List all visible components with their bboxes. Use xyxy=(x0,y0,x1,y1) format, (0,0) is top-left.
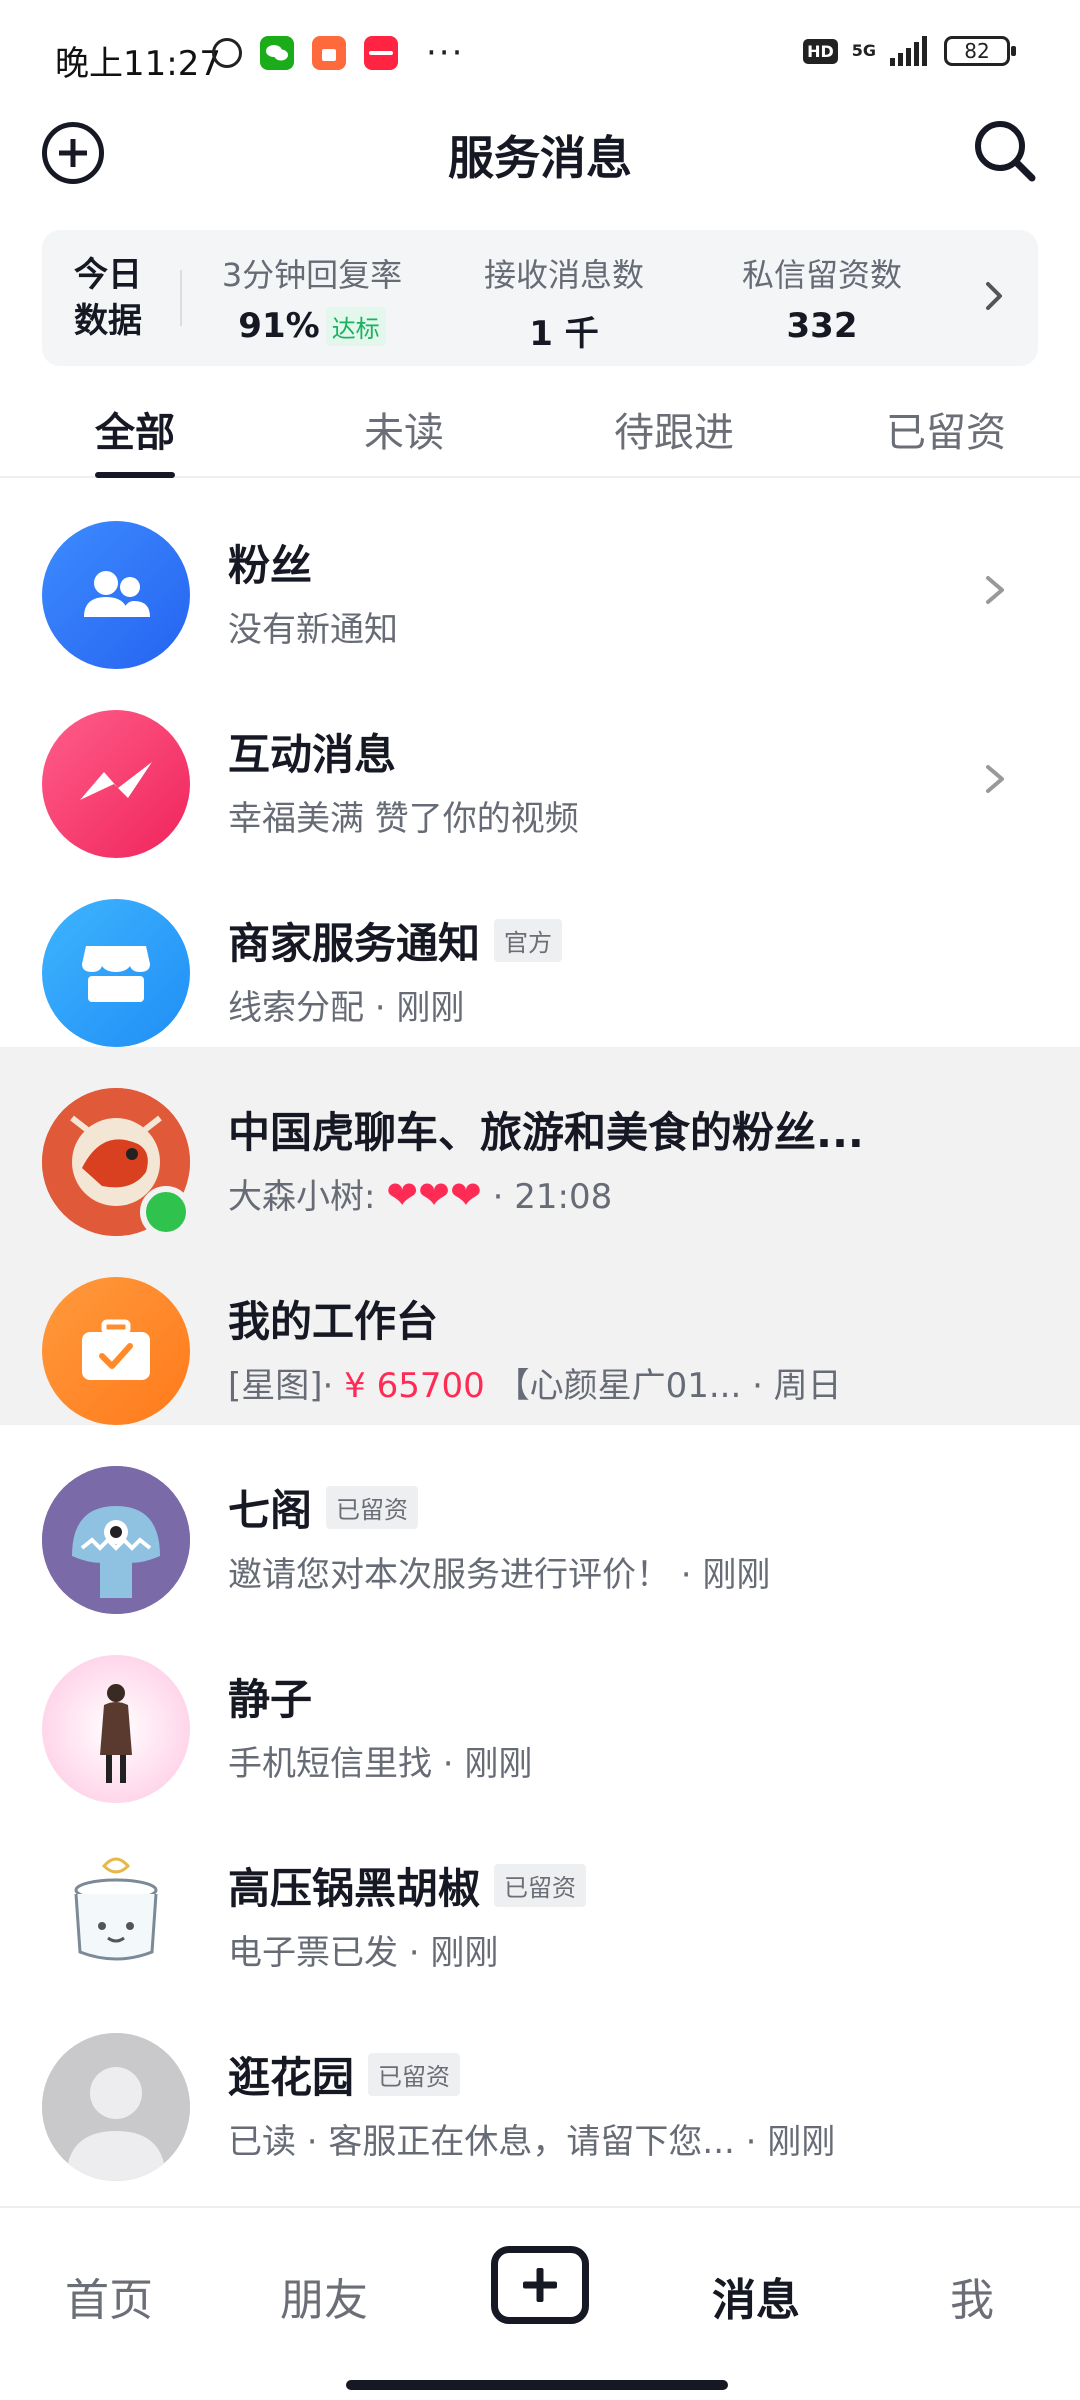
item-title: 我的工作台 xyxy=(228,1297,439,1346)
notification-icons: ··· xyxy=(212,36,464,70)
leads-stat: 私信留资数 332 xyxy=(702,250,942,346)
today-stats-card[interactable]: 今日 数据 3分钟回复率 91% 达标 接收消息数 1 千 私信留资数 332 xyxy=(42,230,1038,366)
create-post-button[interactable] xyxy=(491,2246,589,2324)
tab-leads-left[interactable]: 已留资 xyxy=(886,400,1006,458)
battery-icon: 82 xyxy=(944,36,1016,66)
merchant-avatar xyxy=(42,899,190,1047)
received-messages-stat: 接收消息数 1 千 xyxy=(444,250,684,355)
hd-icon: HD xyxy=(803,38,838,64)
received-value: 1 千 xyxy=(529,314,599,354)
item-title: 互动消息 xyxy=(228,730,397,779)
tab-unread[interactable]: 未读 xyxy=(364,400,444,458)
cooker-drawing-icon xyxy=(74,1857,158,1961)
xiaohongshu-icon xyxy=(364,36,398,70)
page-title: 服务消息 xyxy=(448,131,632,185)
store-icon xyxy=(82,946,150,1002)
lightning-wave-icon xyxy=(80,762,152,800)
item-subtitle: 手机短信里找 · 刚刚 xyxy=(228,1744,533,1784)
user-avatar xyxy=(42,1655,190,1803)
item-subtitle: 邀请您对本次服务进行评价！ · 刚刚 xyxy=(228,1555,771,1595)
page-header: 服务消息 xyxy=(0,110,1080,230)
price-value: ¥ 65700 xyxy=(344,1366,485,1406)
status-bar: 晚上11:27 ··· HD 5G 82 xyxy=(0,0,1080,110)
item-title: 七阁 xyxy=(228,1486,313,1535)
item-title: 中国虎聊车、旅游和美食的粉丝... xyxy=(228,1108,864,1157)
briefcase-check-icon xyxy=(82,1319,150,1380)
list-item-pressure-cooker[interactable]: 高压锅黑胡椒 已留资 电子票已发 · 刚刚 xyxy=(0,1803,1080,1992)
reply-rate-value: 91% xyxy=(238,306,320,346)
bottom-nav: 首页 朋友 消息 我 xyxy=(0,2206,1080,2400)
list-item-qige[interactable]: 七阁 已留资 邀请您对本次服务进行评价！ · 刚刚 xyxy=(0,1425,1080,1614)
item-title: 静子 xyxy=(228,1675,313,1724)
status-badge: 达标 xyxy=(325,306,386,346)
user-avatar xyxy=(42,1466,190,1614)
system-icons: HD 5G 82 xyxy=(803,36,1016,66)
item-subtitle: 电子票已发 · 刚刚 xyxy=(228,1933,499,1973)
chevron-right-icon xyxy=(986,765,1004,793)
online-status-dot xyxy=(140,1186,192,1238)
item-subtitle: 大森小树: ❤❤❤ · 21:08 xyxy=(228,1173,613,1217)
chevron-right-icon[interactable] xyxy=(976,278,1012,314)
user-avatar xyxy=(42,1844,190,1992)
users-icon xyxy=(84,571,150,617)
filter-tabs: 全部 未读 待跟进 已留资 xyxy=(0,380,1080,478)
chevron-right-icon xyxy=(986,576,1004,604)
default-user-icon xyxy=(42,2033,190,2181)
tab-all[interactable]: 全部 xyxy=(95,400,175,458)
lead-badge: 已留资 xyxy=(494,1864,587,1907)
home-indicator[interactable] xyxy=(346,2380,728,2390)
status-time: 晚上11:27 xyxy=(55,44,221,84)
item-subtitle: [星图]· ¥ 65700 【心颜星广01... · 周日 xyxy=(228,1366,842,1406)
list-item-workbench[interactable]: 我的工作台 [星图]· ¥ 65700 【心颜星广01... · 周日 xyxy=(0,1236,1080,1425)
search-icon[interactable] xyxy=(970,116,1040,186)
nav-home[interactable]: 首页 xyxy=(65,2264,153,2328)
monster-avatar-icon xyxy=(42,1466,190,1614)
leads-value: 332 xyxy=(786,306,858,346)
list-item-merchant-notice[interactable]: 商家服务通知 官方 线索分配 · 刚刚 xyxy=(0,858,1080,1047)
workbench-avatar xyxy=(42,1277,190,1425)
divider xyxy=(180,270,182,326)
today-data-label: 今日 数据 xyxy=(74,255,142,341)
list-item-fans[interactable]: 粉丝 没有新通知 xyxy=(0,480,1080,669)
item-subtitle: 已读 · 客服正在休息，请留下您... · 刚刚 xyxy=(228,2122,836,2162)
lead-badge: 已留资 xyxy=(326,1486,419,1529)
network-label: 5G xyxy=(851,41,876,60)
active-tab-indicator xyxy=(95,472,175,478)
person-photo-icon xyxy=(100,1684,132,1783)
shopping-app-icon xyxy=(312,36,346,70)
item-title: 粉丝 xyxy=(228,541,313,590)
list-item-interactions[interactable]: 互动消息 幸福美满 赞了你的视频 xyxy=(0,669,1080,858)
interactions-avatar xyxy=(42,710,190,858)
reply-rate-stat: 3分钟回复率 91% 达标 xyxy=(221,256,403,346)
list-item-jingzi[interactable]: 静子 手机短信里找 · 刚刚 xyxy=(0,1614,1080,1803)
signal-icon xyxy=(890,36,927,66)
nav-messages[interactable]: 消息 xyxy=(712,2264,800,2328)
tab-follow-up[interactable]: 待跟进 xyxy=(614,400,734,458)
alarm-icon xyxy=(212,38,242,68)
item-title: 高压锅黑胡椒 xyxy=(228,1864,481,1913)
nav-me[interactable]: 我 xyxy=(950,2264,994,2328)
official-badge: 官方 xyxy=(494,919,563,962)
heart-icons: ❤❤❤ xyxy=(386,1173,482,1217)
lead-badge: 已留资 xyxy=(368,2053,461,2096)
more-notifications-icon: ··· xyxy=(426,33,465,73)
nav-friends[interactable]: 朋友 xyxy=(280,2264,368,2328)
item-subtitle: 幸福美满 赞了你的视频 xyxy=(228,799,579,839)
list-item-fan-group[interactable]: 中国虎聊车、旅游和美食的粉丝... 大森小树: ❤❤❤ · 21:08 xyxy=(0,1047,1080,1238)
item-title: 商家服务通知 xyxy=(228,919,481,968)
item-subtitle: 没有新通知 xyxy=(228,610,398,650)
item-title: 逛花园 xyxy=(228,2053,355,2102)
fans-avatar xyxy=(42,521,190,669)
list-item-garden[interactable]: 逛花园 已留资 已读 · 客服正在休息，请留下您... · 刚刚 xyxy=(0,1992,1080,2181)
default-avatar-icon xyxy=(42,2033,190,2181)
item-subtitle: 线索分配 · 刚刚 xyxy=(228,988,465,1028)
wechat-icon xyxy=(260,36,294,70)
